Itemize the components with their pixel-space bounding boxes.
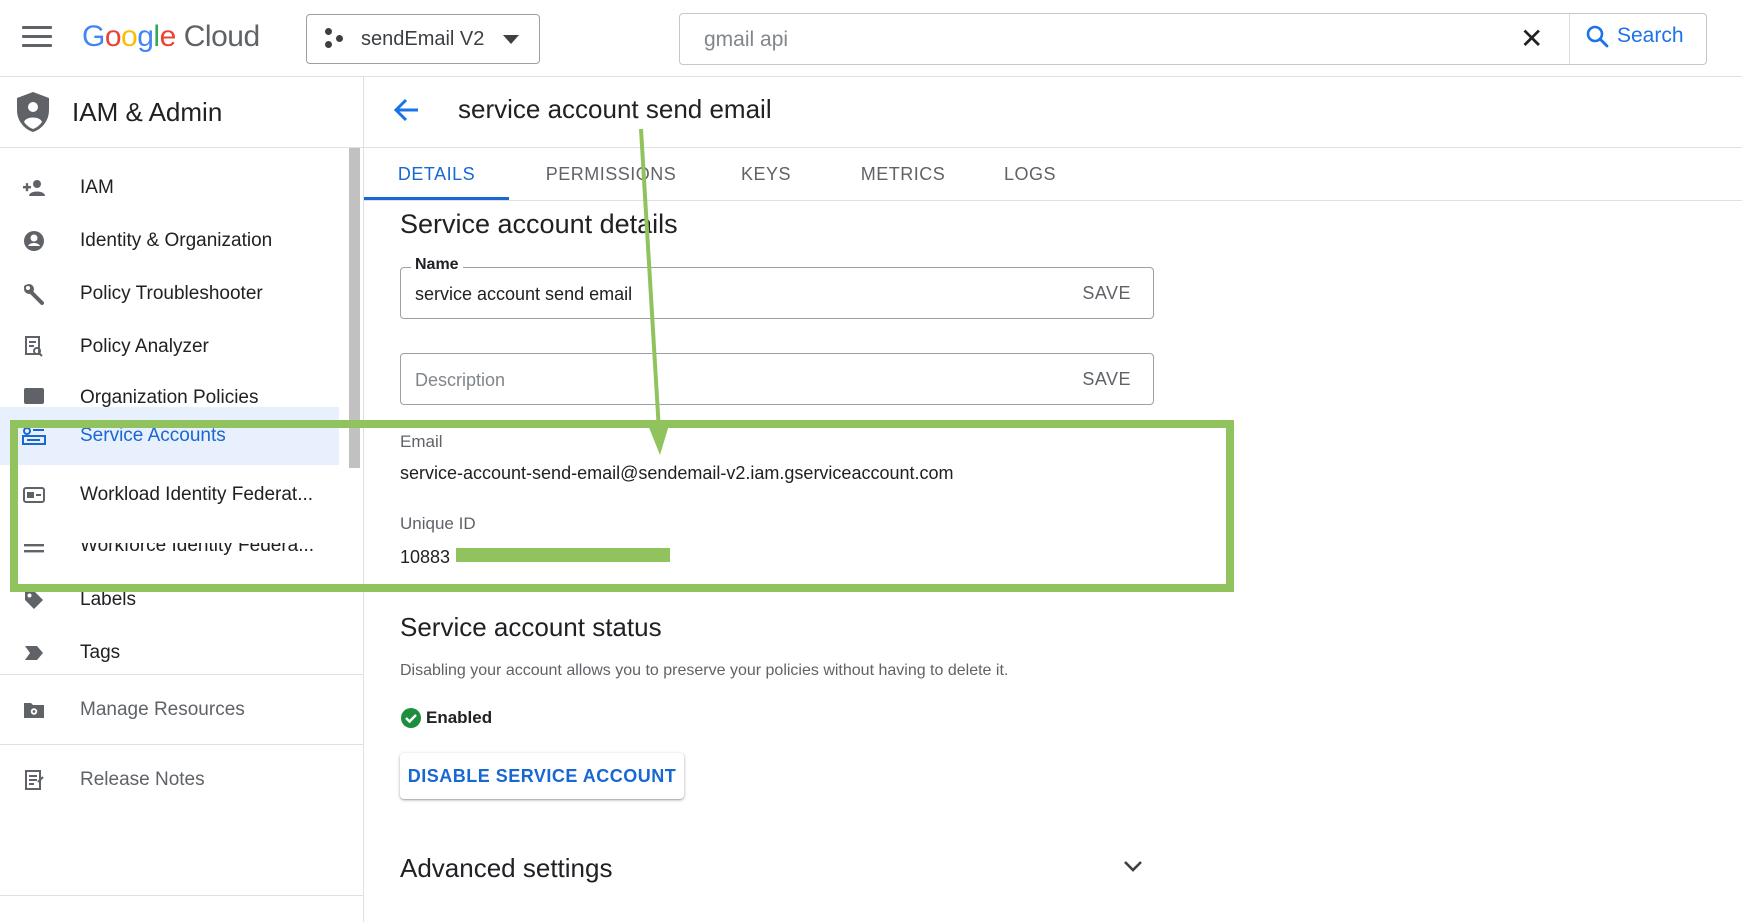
status-indicator: Enabled bbox=[400, 707, 492, 729]
tab-bar: DETAILS PERMISSIONS KEYS METRICS LOGS bbox=[364, 148, 1742, 201]
sidebar-item-label: Service Accounts bbox=[80, 425, 226, 446]
sidebar-title: IAM & Admin bbox=[72, 96, 223, 127]
sidebar-item-identity-organization[interactable]: Identity & Organization bbox=[0, 212, 339, 270]
tab-logs[interactable]: LOGS bbox=[992, 148, 1068, 200]
logo-letter: g bbox=[137, 20, 154, 53]
sidebar-item-release-notes[interactable]: Release Notes bbox=[0, 749, 339, 811]
disable-service-account-button[interactable]: DISABLE SERVICE ACCOUNT bbox=[400, 753, 684, 799]
description-placeholder[interactable]: Description bbox=[415, 370, 505, 391]
logo-product: Cloud bbox=[183, 20, 260, 53]
wrench-icon bbox=[22, 282, 46, 306]
sidebar-item-label: Policy Troubleshooter bbox=[80, 283, 263, 304]
details-heading: Service account details bbox=[400, 209, 678, 239]
logo-letter: o bbox=[121, 20, 138, 53]
id-card-icon bbox=[22, 483, 46, 507]
tab-keys[interactable]: KEYS bbox=[726, 148, 806, 200]
logo-letter: G bbox=[82, 20, 105, 53]
page-header: service account send email bbox=[364, 77, 1742, 148]
sidebar-header: IAM & Admin bbox=[0, 77, 363, 148]
sidebar-divider bbox=[0, 674, 363, 675]
document-search-icon bbox=[22, 335, 46, 359]
sidebar-item-labels[interactable]: Labels bbox=[0, 571, 339, 629]
sidebar-item-label: Release Notes bbox=[80, 769, 205, 790]
description-save-button[interactable]: SAVE bbox=[1082, 369, 1131, 390]
account-circle-icon bbox=[22, 229, 46, 253]
search-button[interactable]: Search bbox=[1585, 24, 1684, 48]
search-bar: ✕ Search bbox=[679, 13, 1707, 65]
search-divider bbox=[1569, 14, 1570, 64]
sidebar-item-label: Organization Policies bbox=[80, 387, 259, 407]
menu-icon[interactable] bbox=[22, 26, 52, 50]
sidebar-item-organization-policies[interactable]: Organization Policies bbox=[0, 371, 339, 407]
service-account-icon bbox=[22, 424, 46, 448]
tag-arrow-icon bbox=[22, 641, 46, 665]
sidebar-item-label: Tags bbox=[80, 642, 121, 663]
search-button-label: Search bbox=[1617, 24, 1684, 47]
status-description: Disabling your account allows you to pre… bbox=[400, 662, 1009, 679]
search-icon bbox=[1586, 25, 1609, 48]
main-content: service account send email DETAILS PERMI… bbox=[364, 77, 1742, 922]
sidebar-item-label: Identity & Organization bbox=[80, 230, 273, 251]
close-icon[interactable]: ✕ bbox=[1520, 25, 1543, 53]
sidebar: IAM & Admin IAM Identity & Organization … bbox=[0, 77, 364, 922]
back-arrow-icon[interactable] bbox=[392, 95, 422, 125]
tab-details[interactable]: DETAILS bbox=[364, 148, 509, 200]
sidebar-item-label: Policy Analyzer bbox=[80, 336, 209, 357]
email-label: Email bbox=[400, 432, 443, 451]
name-field-value[interactable]: service account send email bbox=[415, 284, 632, 305]
tab-metrics[interactable]: METRICS bbox=[848, 148, 958, 200]
project-selector[interactable]: sendEmail V2 bbox=[306, 14, 540, 64]
sidebar-item-policy-analyzer[interactable]: Policy Analyzer bbox=[0, 318, 339, 376]
status-value: Enabled bbox=[426, 708, 493, 727]
sidebar-divider bbox=[0, 744, 363, 745]
redaction-bar bbox=[456, 548, 670, 562]
policy-list-icon bbox=[22, 381, 46, 405]
google-cloud-logo[interactable]: Google Cloud bbox=[82, 20, 260, 54]
sidebar-item-manage-resources[interactable]: Manage Resources bbox=[0, 679, 339, 741]
unique-id-label: Unique ID bbox=[400, 514, 476, 533]
email-value: service-account-send-email@sendemail-v2.… bbox=[400, 463, 954, 483]
sidebar-item-workload-identity-federation[interactable]: Workload Identity Federat... bbox=[0, 466, 339, 524]
sidebar-divider bbox=[0, 895, 363, 896]
sidebar-item-label: IAM bbox=[80, 177, 114, 198]
page-title: service account send email bbox=[458, 94, 772, 124]
project-name: sendEmail V2 bbox=[361, 27, 485, 50]
status-heading: Service account status bbox=[400, 612, 662, 642]
top-bar: GoogleCloud sendEmail V2 ✕ Search bbox=[0, 0, 1742, 77]
tab-permissions[interactable]: PERMISSIONS bbox=[536, 148, 686, 200]
advanced-settings-heading[interactable]: Advanced settings bbox=[400, 853, 612, 884]
label-tag-icon bbox=[22, 588, 46, 612]
folder-gear-icon bbox=[22, 698, 46, 722]
chevron-down-icon[interactable] bbox=[1120, 853, 1146, 879]
caret-down-icon bbox=[503, 34, 519, 44]
check-circle-icon bbox=[401, 708, 421, 728]
shield-icon bbox=[17, 92, 49, 132]
person-add-icon bbox=[22, 176, 46, 200]
search-input[interactable] bbox=[702, 24, 1386, 56]
description-field[interactable]: Description SAVE bbox=[400, 353, 1154, 405]
sidebar-item-iam[interactable]: IAM bbox=[0, 159, 339, 217]
sidebar-item-label: Labels bbox=[80, 589, 136, 610]
sidebar-item-policy-troubleshooter[interactable]: Policy Troubleshooter bbox=[0, 265, 339, 323]
logo-letter: o bbox=[104, 20, 122, 53]
list-icon bbox=[22, 543, 46, 563]
notes-icon bbox=[22, 768, 46, 792]
logo-letter: e bbox=[159, 20, 177, 53]
project-icon bbox=[325, 28, 347, 50]
sidebar-item-label: Manage Resources bbox=[80, 699, 245, 720]
name-field[interactable]: Name service account send email SAVE bbox=[400, 256, 1154, 319]
name-field-label: Name bbox=[411, 256, 463, 274]
unique-id-value: 10883 bbox=[400, 547, 451, 567]
sidebar-item-label: Workforce Identity Federa... bbox=[80, 543, 315, 556]
name-save-button[interactable]: SAVE bbox=[1082, 283, 1131, 304]
sidebar-scrollbar[interactable] bbox=[349, 148, 360, 468]
sidebar-item-label: Workload Identity Federat... bbox=[80, 484, 314, 505]
sidebar-item-service-accounts[interactable]: Service Accounts bbox=[0, 407, 339, 465]
